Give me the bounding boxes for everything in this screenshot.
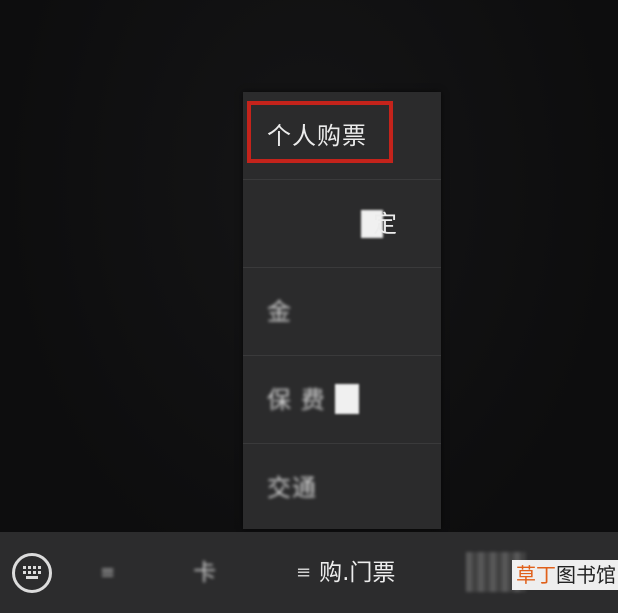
watermark: 草丁图书馆 <box>512 560 618 590</box>
menu-item-3[interactable]: 金 <box>243 268 441 356</box>
menu-lines-icon: ≡ <box>100 562 116 583</box>
menu-item-4[interactable]: 保 费 <box>243 356 441 444</box>
watermark-part1: 草丁 <box>516 563 556 587</box>
popup-menu: 个人购票 定 金 保 费 交通 <box>243 92 441 529</box>
menu-item-label: 个人购票 <box>267 122 367 150</box>
menu-item-label: 定 <box>373 210 398 238</box>
menu-item-label: 交通 <box>267 474 317 502</box>
tab-buy-ticket[interactable]: ≡ 购.门票 <box>296 559 395 587</box>
menu-item-label: 金 <box>267 298 292 326</box>
menu-item-5[interactable]: 交通 <box>243 444 441 529</box>
tab-card[interactable]: ≡ 卡 <box>100 559 216 587</box>
menu-lines-icon: ≡ <box>296 562 312 583</box>
tab-label: 购.门票 <box>319 560 396 586</box>
menu-item-personal-ticket[interactable]: 个人购票 <box>243 92 441 180</box>
tab-label: 卡 <box>193 560 217 586</box>
app-screen: 个人购票 定 金 保 费 交通 ≡ 卡 ≡ 购.门票 草丁图书馆 <box>0 0 618 613</box>
keyboard-icon[interactable] <box>12 553 52 593</box>
menu-item-2[interactable]: 定 <box>243 180 441 268</box>
watermark-part2: 图书馆 <box>556 563 616 587</box>
menu-item-label: 保 费 <box>267 386 326 414</box>
redaction-smudge <box>335 384 359 414</box>
